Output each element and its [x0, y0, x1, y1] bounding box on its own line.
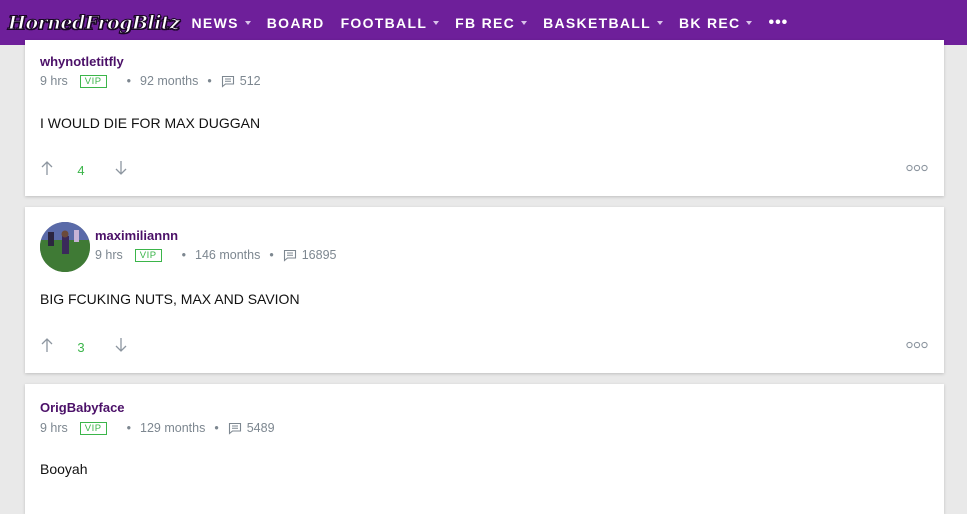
vip-badge: VIP — [134, 248, 162, 262]
chevron-down-icon — [746, 20, 753, 25]
chevron-down-icon — [656, 20, 663, 25]
separator: • — [207, 74, 212, 88]
site-logo[interactable]: HornedFrogBlitz — [8, 11, 181, 34]
nav-football-label: FOOTBALL — [340, 14, 428, 31]
post-meta: 9 hrs VIP • 92 months • 512 — [40, 74, 261, 88]
separator: • — [269, 248, 274, 262]
post-time[interactable]: 9 hrs — [40, 421, 68, 435]
post-author[interactable]: maximiliannn — [95, 228, 178, 243]
post-count: 5489 — [246, 421, 275, 435]
nav-basketball-label: BASKETBALL — [543, 14, 651, 31]
nav-board-label: BOARD — [266, 14, 325, 31]
post-time[interactable]: 9 hrs — [95, 248, 123, 262]
chevron-down-icon — [244, 20, 251, 25]
post-count: 16895 — [301, 248, 337, 262]
post-card: maximiliannn 9 hrs VIP • 146 months • 16… — [25, 207, 944, 373]
vip-badge: VIP — [79, 74, 107, 88]
post-time[interactable]: 9 hrs — [40, 74, 68, 88]
member-tenure: 92 months — [140, 74, 199, 88]
nav-news-label: NEWS — [191, 14, 239, 31]
vote-score: 3 — [77, 340, 85, 355]
member-tenure: 146 months — [195, 248, 261, 262]
nav-fb-rec-label: FB REC — [455, 14, 516, 31]
nav-bk-rec[interactable]: BK REC — [678, 14, 753, 31]
post-author[interactable]: OrigBabyface — [40, 400, 125, 415]
message-icon — [221, 75, 235, 88]
post-count: 512 — [239, 74, 261, 88]
more-options-icon[interactable] — [906, 159, 928, 175]
chevron-down-icon — [521, 20, 528, 25]
post-body: BIG FCUKING NUTS, MAX AND SAVION — [40, 291, 300, 307]
nav-fb-rec[interactable]: FB REC — [455, 14, 528, 31]
nav-basketball[interactable]: BASKETBALL — [543, 15, 663, 31]
more-options-icon[interactable] — [906, 336, 928, 352]
post-body: I WOULD DIE FOR MAX DUGGAN — [40, 115, 261, 131]
nav-news[interactable]: NEWS — [192, 15, 251, 31]
separator: • — [126, 421, 131, 435]
avatar[interactable] — [40, 222, 90, 272]
vote-controls: 4 — [40, 160, 128, 181]
nav-football[interactable]: FOOTBALL — [341, 15, 440, 31]
arrow-up-icon[interactable] — [40, 160, 54, 181]
post-meta: 9 hrs VIP • 146 months • 16895 — [95, 248, 336, 262]
top-navigation-bar: HornedFrogBlitz NEWS BOARD FOOTBALL FB R… — [0, 0, 967, 45]
arrow-down-icon[interactable] — [114, 337, 128, 358]
member-tenure: 129 months — [140, 421, 206, 435]
nav-board[interactable]: BOARD — [267, 15, 325, 31]
message-icon — [228, 422, 242, 435]
separator: • — [181, 248, 186, 262]
vote-score: 4 — [77, 163, 85, 178]
main-nav: NEWS BOARD FOOTBALL FB REC BASKETBALL BK… — [192, 14, 789, 32]
chevron-down-icon — [433, 20, 440, 25]
post-card: whynotletitfly 9 hrs VIP • 92 months • 5… — [25, 40, 944, 196]
separator: • — [214, 421, 219, 435]
vip-badge: VIP — [79, 421, 107, 435]
post-author[interactable]: whynotletitfly — [40, 54, 124, 69]
message-icon — [283, 249, 297, 262]
nav-bk-rec-label: BK REC — [678, 14, 741, 31]
arrow-up-icon[interactable] — [40, 337, 54, 358]
arrow-down-icon[interactable] — [114, 160, 128, 181]
post-card: OrigBabyface 9 hrs VIP • 129 months • 54… — [25, 384, 944, 514]
vote-controls: 3 — [40, 337, 128, 358]
post-body: Booyah — [40, 461, 88, 477]
post-meta: 9 hrs VIP • 129 months • 5489 — [40, 421, 275, 435]
separator: • — [126, 74, 131, 88]
more-nav-button[interactable]: ••• — [768, 14, 788, 32]
